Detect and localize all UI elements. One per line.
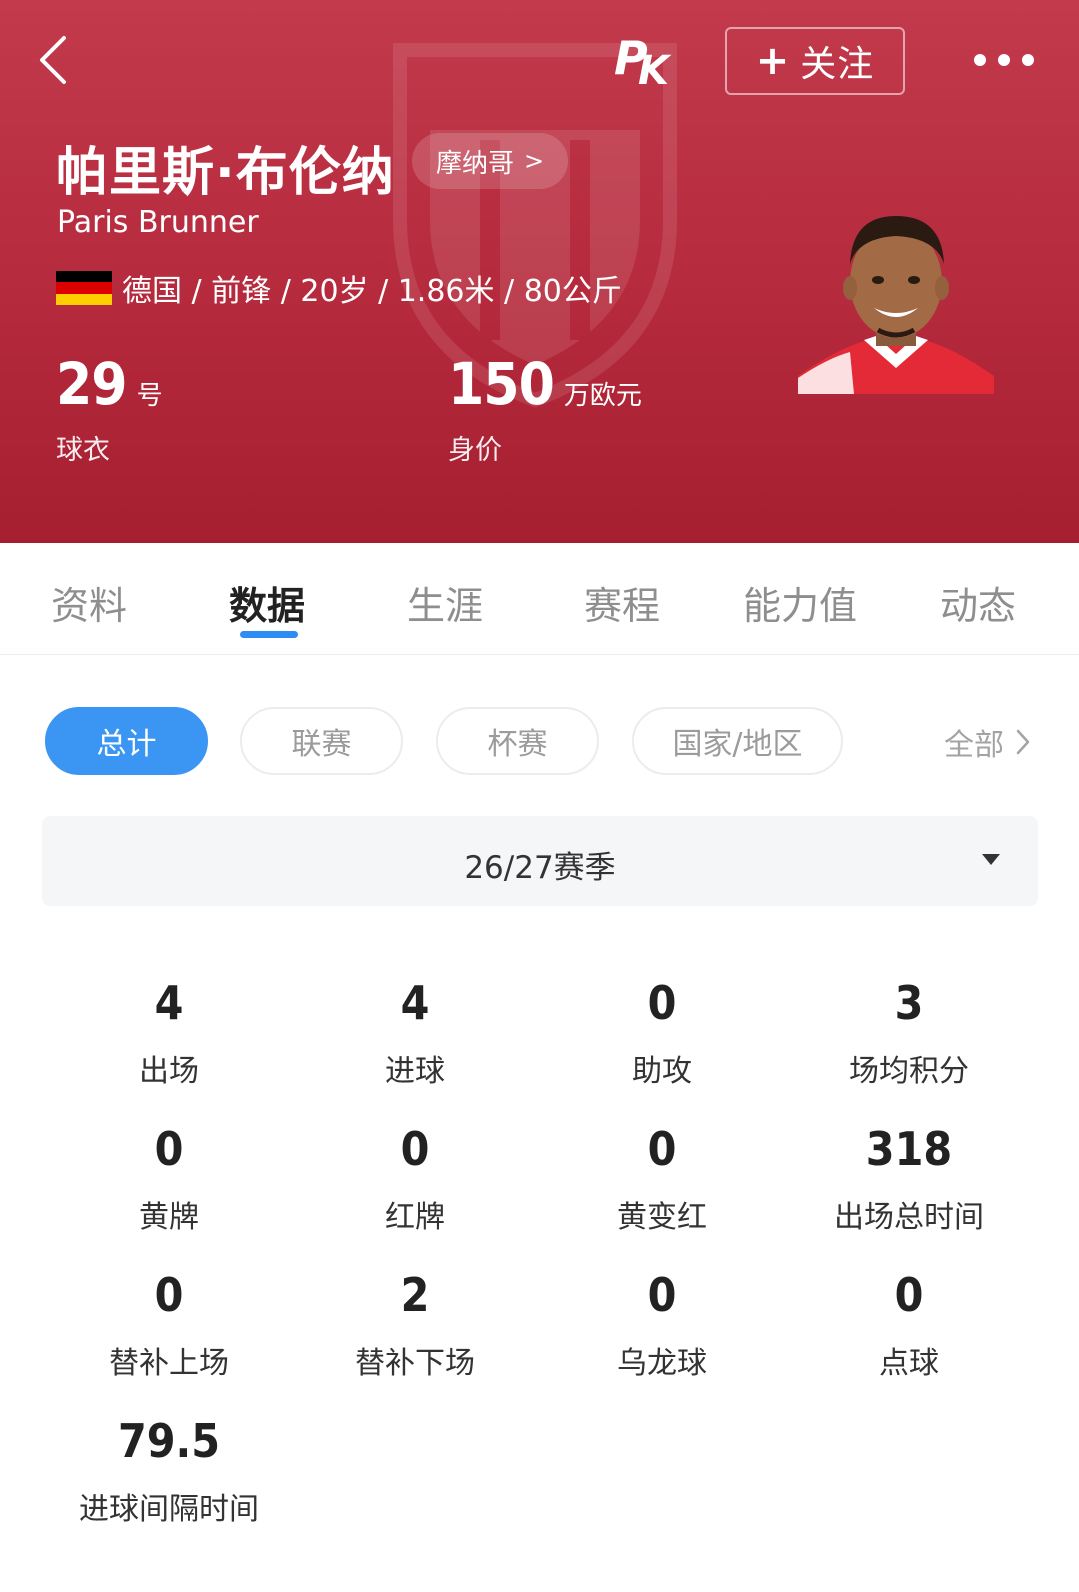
stat-label: 替补下场 [355,1346,475,1381]
club-name: 摩纳哥 [436,148,515,179]
stat-value: 3 [894,976,924,1030]
stat-label: 乌龙球 [617,1346,707,1381]
more-options-icon[interactable] [968,40,1040,80]
plus-icon: + [755,38,791,84]
stat-label: 红牌 [385,1200,445,1235]
jersey-unit: 号 [136,381,163,411]
chevron-right-icon [1016,729,1030,755]
tab-profile[interactable]: 资料 [50,575,128,630]
stat-label: 替补上场 [109,1346,229,1381]
season-value: 26/27赛季 [464,850,616,886]
stat-minutes-played: 318 出场总时间 [779,1122,1039,1236]
market-value: 150 [448,350,555,418]
stat-value: 4 [154,976,184,1030]
tab-career[interactable]: 生涯 [405,575,485,630]
jersey-caption: 球衣 [56,435,110,466]
follow-button[interactable]: + 关注 [725,27,905,95]
tab-bar: 资料 数据 生涯 赛程 能力值 动态 [0,543,1079,655]
chevron-right-icon: > [524,147,545,175]
tab-ability[interactable]: 能力值 [740,575,860,630]
stat-value: 0 [647,1268,677,1322]
tab-news[interactable]: 动态 [938,575,1018,630]
filter-total[interactable]: 总计 [45,707,208,775]
stat-label: 助攻 [632,1054,692,1089]
stat-label: 出场 [139,1054,199,1089]
svg-text:K: K [638,48,672,90]
player-name: 帕里斯·布伦纳 [56,143,395,203]
filter-all-button[interactable]: 全部 [944,720,1032,764]
stat-penalties: 0 点球 [779,1268,1039,1382]
stat-red-cards: 0 红牌 [285,1122,545,1236]
filter-national[interactable]: 国家/地区 [632,707,843,775]
caret-down-icon [982,854,1000,865]
market-value-unit: 万欧元 [563,381,642,411]
germany-flag-icon [56,271,112,305]
stat-value: 0 [647,1122,677,1176]
stat-goals: 4 进球 [285,976,545,1090]
stat-minutes-per-goal: 79.5 进球间隔时间 [39,1414,299,1528]
filter-cup[interactable]: 杯赛 [436,707,599,775]
tab-data[interactable]: 数据 [227,575,307,630]
jersey-number-block: 29 号 球衣 [56,350,163,467]
filter-league[interactable]: 联赛 [240,707,403,775]
stat-sub-off: 2 替补下场 [285,1268,545,1382]
jersey-number: 29 [56,350,128,418]
filter-all-label: 全部 [944,728,1004,763]
stat-value: 79.5 [117,1414,221,1468]
tab-schedule[interactable]: 赛程 [582,575,662,630]
season-select[interactable]: 26/27赛季 [42,816,1038,906]
stat-yellow-cards: 0 黄牌 [39,1122,299,1236]
stat-second-yellow: 0 黄变红 [532,1122,792,1236]
market-value-block: 150 万欧元 身价 [448,350,642,467]
follow-label: 关注 [800,44,875,85]
stat-label: 进球间隔时间 [79,1492,259,1527]
player-meta-row: 德国 / 前锋 / 20岁 / 1.86米 / 80公斤 [56,266,622,310]
stat-appearances: 4 出场 [39,976,299,1090]
stat-value: 318 [865,1122,953,1176]
stat-label: 黄变红 [617,1200,707,1235]
market-value-caption: 身价 [448,435,502,466]
stat-value: 2 [400,1268,430,1322]
stat-label: 场均积分 [849,1054,969,1089]
club-link[interactable]: 摩纳哥 > [412,133,569,189]
stat-label: 进球 [385,1054,445,1089]
player-header: P K + 关注 帕里斯·布伦纳 摩纳哥 > Paris Brunner 德国 … [0,0,1079,543]
back-icon[interactable] [28,30,88,90]
stat-value: 0 [894,1268,924,1322]
stat-label: 黄牌 [139,1200,199,1235]
active-tab-indicator [240,631,298,638]
player-meta: 德国 / 前锋 / 20岁 / 1.86米 / 80公斤 [122,274,622,309]
player-name-en: Paris Brunner [57,205,259,240]
player-avatar [798,216,994,394]
stat-value: 4 [400,976,430,1030]
stat-label: 出场总时间 [834,1200,984,1235]
stat-value: 0 [400,1122,430,1176]
stat-value: 0 [647,976,677,1030]
stat-value: 0 [154,1122,184,1176]
stat-sub-on: 0 替补上场 [39,1268,299,1382]
stat-label: 点球 [879,1346,939,1381]
stat-value: 0 [154,1268,184,1322]
stat-assists: 0 助攻 [532,976,792,1090]
stat-points-per-game: 3 场均积分 [779,976,1039,1090]
pk-logo-icon: P K [614,31,672,90]
stat-own-goals: 0 乌龙球 [532,1268,792,1382]
